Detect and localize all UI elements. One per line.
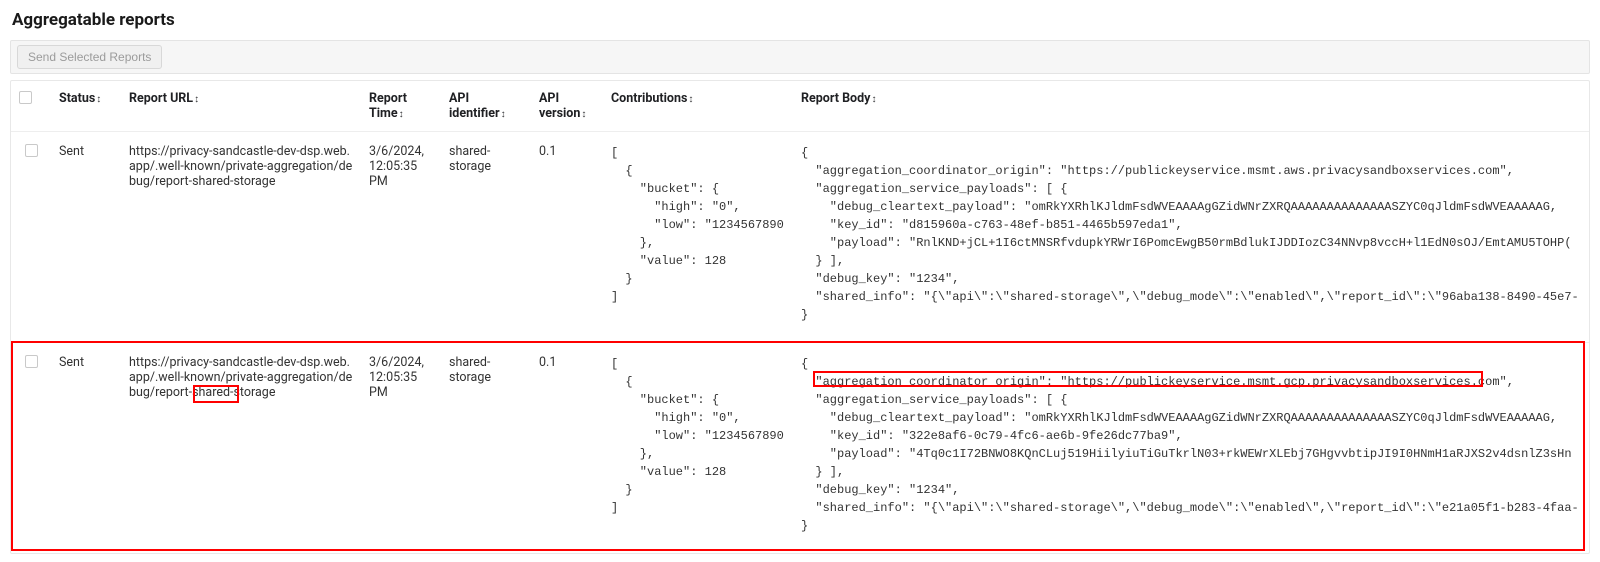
- page-title: Aggregatable reports: [12, 10, 1590, 30]
- header-status[interactable]: Status↕: [51, 81, 121, 132]
- cell-ver: 0.1: [531, 343, 603, 554]
- reports-table: Status↕ Report URL↕ Report Time↕ API ide…: [10, 80, 1590, 554]
- select-all-checkbox[interactable]: [19, 91, 32, 104]
- header-contrib[interactable]: Contributions↕: [603, 81, 793, 132]
- sort-icon: ↕: [501, 109, 506, 120]
- cell-body: { "aggregation_coordinator_origin": "htt…: [793, 343, 1589, 554]
- sort-icon: ↕: [399, 109, 404, 120]
- row-checkbox[interactable]: [25, 144, 38, 157]
- row-checkbox[interactable]: [25, 355, 38, 368]
- cell-time: 3/6/2024, 12:05:35 PM: [361, 343, 441, 554]
- header-time[interactable]: Report Time↕: [361, 81, 441, 132]
- sort-icon: ↕: [871, 94, 876, 105]
- cell-status: Sent: [51, 343, 121, 554]
- table-row: Sent https://privacy-sandcastle-dev-dsp.…: [11, 343, 1589, 554]
- cell-body: { "aggregation_coordinator_origin": "htt…: [793, 132, 1589, 343]
- sort-icon: ↕: [96, 94, 101, 105]
- header-url[interactable]: Report URL↕: [121, 81, 361, 132]
- cell-url: https://privacy-sandcastle-dev-dsp.web.a…: [121, 132, 361, 343]
- cell-status: Sent: [51, 132, 121, 343]
- header-checkbox-cell: [11, 81, 51, 132]
- header-api[interactable]: API identifier↕: [441, 81, 531, 132]
- cell-contrib: [ { "bucket": { "high": "0", "low": "123…: [603, 132, 793, 343]
- sort-icon: ↕: [194, 94, 199, 105]
- sort-icon: ↕: [688, 94, 693, 105]
- sort-icon: ↕: [581, 109, 586, 120]
- cell-contrib: [ { "bucket": { "high": "0", "low": "123…: [603, 343, 793, 554]
- cell-url: https://privacy-sandcastle-dev-dsp.web.a…: [121, 343, 361, 554]
- cell-api: shared-storage: [441, 132, 531, 343]
- header-ver[interactable]: API version↕: [531, 81, 603, 132]
- cell-api: shared-storage: [441, 343, 531, 554]
- toolbar: Send Selected Reports: [10, 40, 1590, 74]
- header-body[interactable]: Report Body↕: [793, 81, 1589, 132]
- send-selected-button[interactable]: Send Selected Reports: [17, 45, 162, 69]
- table-row: Sent https://privacy-sandcastle-dev-dsp.…: [11, 132, 1589, 343]
- cell-ver: 0.1: [531, 132, 603, 343]
- cell-time: 3/6/2024, 12:05:35 PM: [361, 132, 441, 343]
